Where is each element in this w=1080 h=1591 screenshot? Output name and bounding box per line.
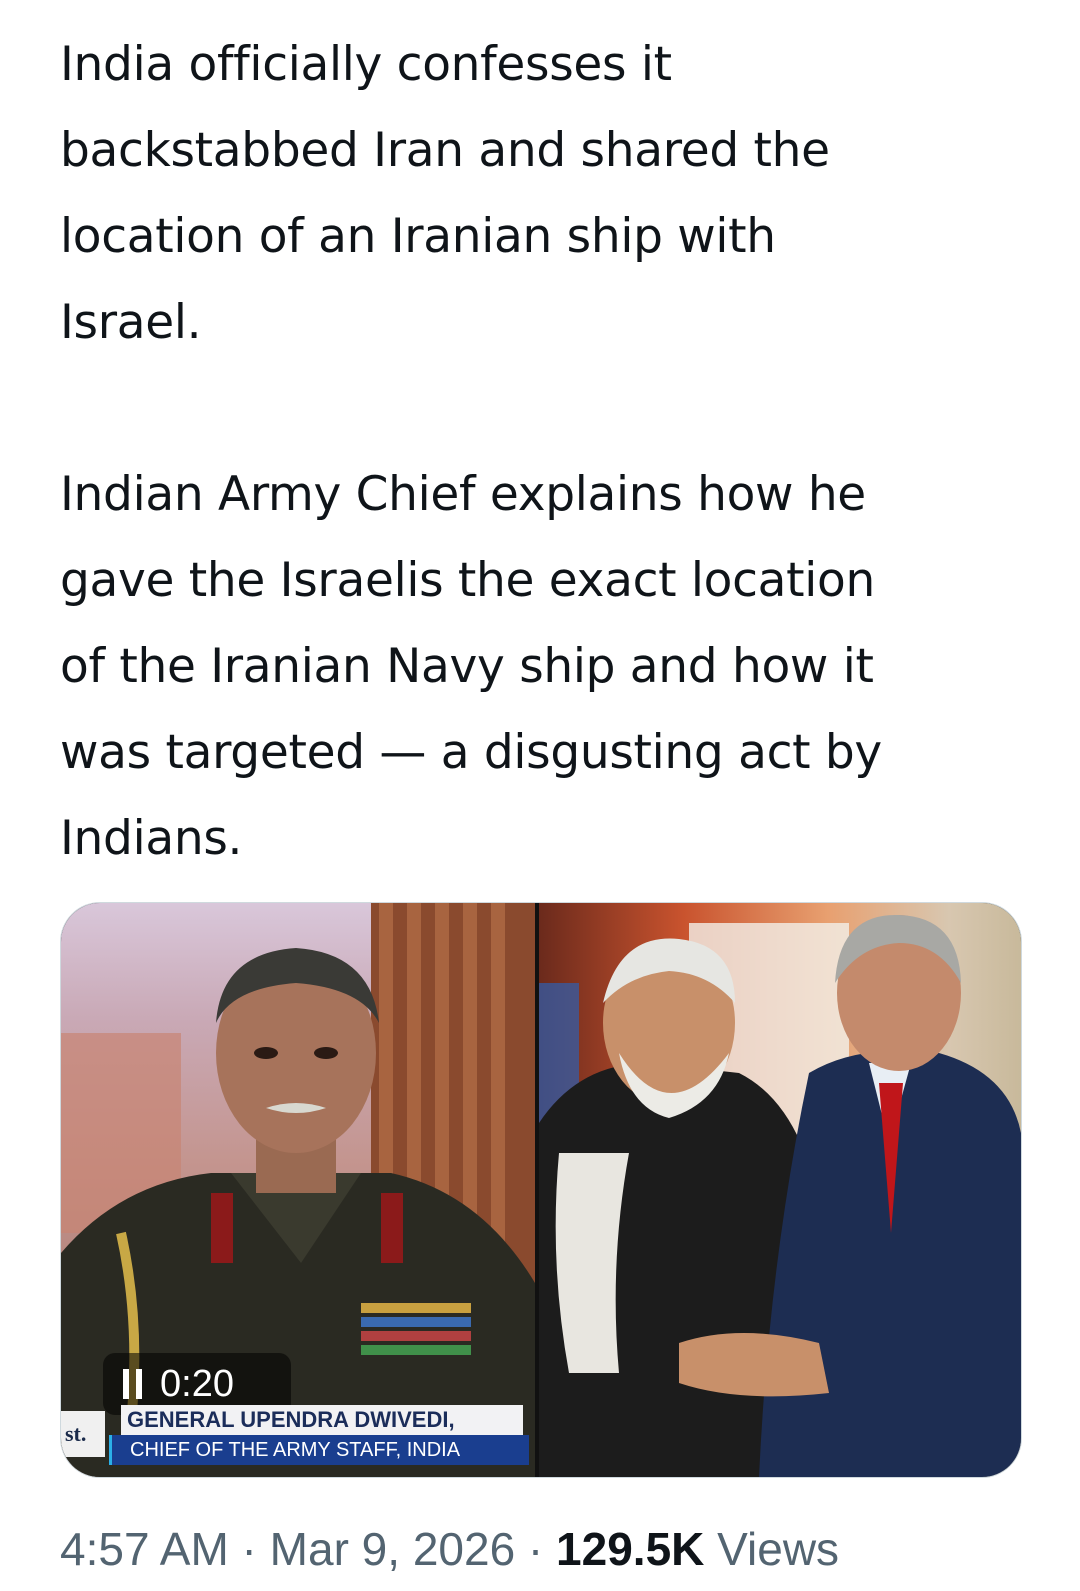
views-count[interactable]: 129.5K [556,1523,704,1575]
tweet-paragraph-1: India officially confesses it backstabbe… [60,37,830,350]
channel-bug: st. [61,1411,105,1457]
views-label: Views [704,1523,840,1575]
leaders-embrace-photo [539,914,1021,1477]
pause-icon[interactable] [123,1369,142,1399]
video-time: 0:20 [160,1362,234,1405]
tweet-date[interactable]: Mar 9, 2026 [270,1523,515,1575]
lower-third: st. GENERAL UPENDRA DWIVEDI, CHIEF OF TH… [61,1405,535,1467]
tweet-meta: 4:57 AM · Mar 9, 2026 · 129.5K Views [60,1522,839,1576]
lower-third-name: GENERAL UPENDRA DWIVEDI, [121,1405,523,1435]
tweet-text: India officially confesses it backstabbe… [60,22,1040,882]
image-two-leaders[interactable] [539,903,1021,1477]
tweet-time[interactable]: 4:57 AM [60,1523,229,1575]
separator: · [515,1523,557,1575]
separator: · [228,1523,270,1575]
lower-third-role: CHIEF OF THE ARMY STAFF, INDIA [109,1435,529,1465]
video-thumbnail-army-chief[interactable]: 0:20 st. GENERAL UPENDRA DWIVEDI, CHIEF … [61,903,535,1477]
media-grid[interactable]: 0:20 st. GENERAL UPENDRA DWIVEDI, CHIEF … [60,902,1022,1478]
tweet-paragraph-2: Indian Army Chief explains how he gave t… [60,467,882,866]
